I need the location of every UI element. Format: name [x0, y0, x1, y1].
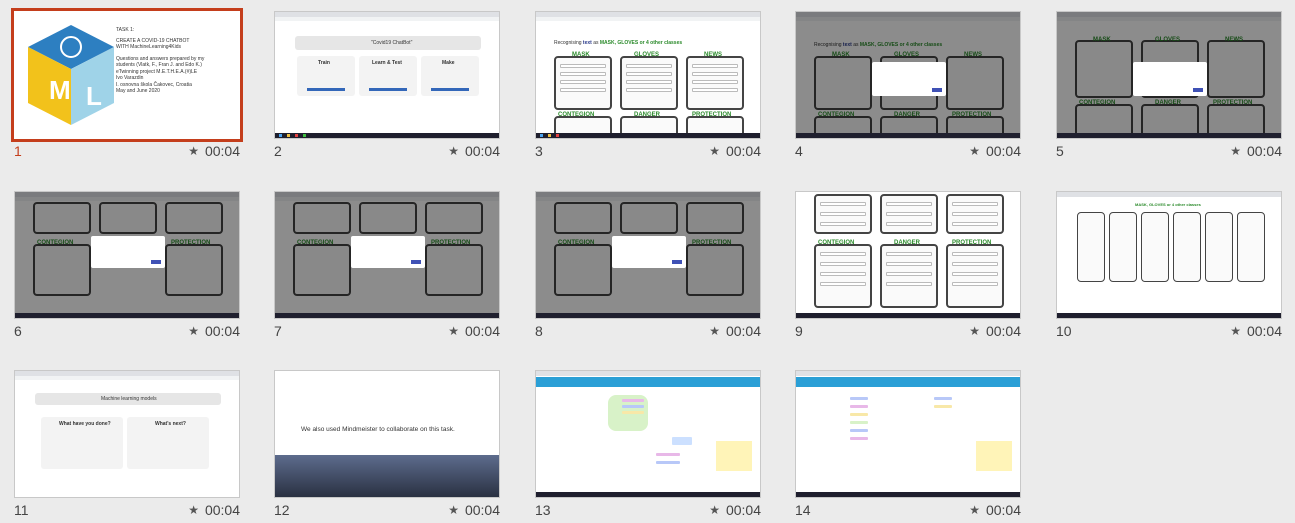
slide-preview[interactable]: Recognising text as MASK, GLOVES or 4 ot…	[795, 11, 1021, 139]
slide-number: 11	[14, 502, 29, 518]
star-icon: ★	[709, 503, 720, 517]
star-icon: ★	[709, 324, 720, 338]
slide-preview[interactable]: CONTEGION PROTECTION	[14, 191, 240, 319]
class-protection: PROTECTION	[692, 112, 732, 118]
slide-1-text: TASK 1: CREATE A COVID-19 CHATBOT WITH M…	[116, 27, 226, 95]
panel-train: Train	[318, 60, 330, 66]
slide-duration: ★ 00:04	[448, 323, 500, 339]
star-icon: ★	[1230, 144, 1241, 158]
slide-duration: ★ 00:04	[709, 143, 761, 159]
slide-thumbnail-9[interactable]: CONTEGION DANGER PROTECTION 9 ★ 00:04	[795, 191, 1021, 349]
slide-number: 13	[535, 502, 551, 518]
bullet: May and June 2020	[116, 88, 160, 94]
slide-thumbnail-11[interactable]: Machine learning models What have you do…	[14, 370, 240, 523]
class-gloves: GLOVES	[634, 52, 660, 58]
slide-thumbnail-8[interactable]: CONTEGION PROTECTION 8 ★ 00:04	[535, 191, 761, 349]
slide-thumbnail-1[interactable]: M L TASK 1: CREATE A COVID-19 CHATBOT WI…	[11, 8, 243, 169]
slide-duration: ★ 00:04	[188, 323, 240, 339]
logo-letter-l: L	[86, 81, 102, 111]
slide-thumbnail-14[interactable]: 14 ★ 00:04	[795, 370, 1021, 523]
slide-number: 10	[1056, 323, 1072, 339]
class-contegion: CONTEGION	[558, 112, 595, 118]
right-title: What's next?	[155, 421, 186, 427]
slide-preview[interactable]: MASK GLOVES NEWS CONTEGION DANGER PROTEC…	[1056, 11, 1282, 139]
slide-duration: ★ 00:04	[969, 502, 1021, 518]
class-danger: DANGER	[634, 112, 661, 118]
slide-duration: ★ 00:04	[709, 323, 761, 339]
slide-number: 2	[274, 143, 282, 159]
slide-thumbnail-7[interactable]: CONTEGION PROTECTION 7 ★ 00:04	[274, 191, 500, 349]
left-title: What have you done?	[59, 421, 111, 427]
star-icon: ★	[448, 324, 459, 338]
banner-text: "Covid19 ChatBot"	[371, 40, 413, 46]
slide-caption: We also used Mindmeister to collaborate …	[301, 426, 455, 433]
slide-duration: ★ 00:04	[448, 502, 500, 518]
logo-letter-m: M	[49, 75, 71, 105]
star-icon: ★	[1230, 324, 1241, 338]
banner-text: Machine learning models	[101, 396, 157, 402]
slide-preview[interactable]: MASK, GLOVES or 4 other classes	[1056, 191, 1282, 319]
slide-duration: ★ 00:04	[1230, 143, 1282, 159]
class-news: NEWS	[704, 52, 722, 58]
slide-preview[interactable]: M L TASK 1: CREATE A COVID-19 CHATBOT WI…	[11, 8, 243, 142]
star-icon: ★	[188, 144, 199, 158]
star-icon: ★	[969, 144, 980, 158]
class-contegion: CONTEGION	[818, 240, 855, 246]
panel-make: Make	[442, 60, 455, 66]
slide-thumbnail-6[interactable]: CONTEGION PROTECTION 6 ★ 00:04	[14, 191, 240, 349]
slide-preview[interactable]	[535, 370, 761, 498]
ml-logo-icon: M L	[28, 25, 114, 125]
star-icon: ★	[709, 144, 720, 158]
slide-preview[interactable]	[795, 370, 1021, 498]
slide-thumbnail-12[interactable]: We also used Mindmeister to collaborate …	[274, 370, 500, 523]
slide-preview[interactable]: We also used Mindmeister to collaborate …	[274, 370, 500, 498]
slide-duration: ★ 00:04	[1230, 323, 1282, 339]
slide-number: 3	[535, 143, 543, 159]
slide-number: 7	[274, 323, 282, 339]
slide-duration: ★ 00:04	[188, 143, 240, 159]
slide-number: 14	[795, 502, 811, 518]
slide-duration: ★ 00:04	[969, 323, 1021, 339]
class-danger: DANGER	[894, 240, 921, 246]
star-icon: ★	[188, 324, 199, 338]
slide-duration: ★ 00:04	[709, 502, 761, 518]
class-protection: PROTECTION	[952, 240, 992, 246]
slide-duration: ★ 00:04	[188, 502, 240, 518]
star-icon: ★	[969, 503, 980, 517]
slide-preview[interactable]: Machine learning models What have you do…	[14, 370, 240, 498]
slide-preview[interactable]: CONTEGION PROTECTION	[274, 191, 500, 319]
slide-thumbnail-2[interactable]: "Covid19 ChatBot" Train Learn & Test Mak…	[274, 11, 500, 169]
slide-preview[interactable]: CONTEGION DANGER PROTECTION	[795, 191, 1021, 319]
slide-thumbnail-3[interactable]: Recognising text as MASK, GLOVES or 4 ot…	[535, 11, 761, 169]
slide-number: 4	[795, 143, 803, 159]
star-icon: ★	[969, 324, 980, 338]
slide-thumbnail-13[interactable]: 13 ★ 00:04	[535, 370, 761, 523]
slide-number: 1	[14, 143, 22, 159]
slide-number: 6	[14, 323, 22, 339]
class-mask: MASK	[572, 52, 590, 58]
slide-preview[interactable]: "Covid19 ChatBot" Train Learn & Test Mak…	[274, 11, 500, 139]
slide-number: 5	[1056, 143, 1064, 159]
slide-number: 8	[535, 323, 543, 339]
slide-thumbnail-10[interactable]: MASK, GLOVES or 4 other classes 10 ★ 00:0…	[1056, 191, 1282, 349]
star-icon: ★	[188, 503, 199, 517]
slide-preview[interactable]: Recognising text as MASK, GLOVES or 4 ot…	[535, 11, 761, 139]
slide-thumbnail-5[interactable]: MASK GLOVES NEWS CONTEGION DANGER PROTEC…	[1056, 11, 1282, 169]
slide-number: 9	[795, 323, 803, 339]
slide-preview[interactable]: CONTEGION PROTECTION	[535, 191, 761, 319]
panel-learn-test: Learn & Test	[372, 60, 402, 66]
slide-duration: ★ 00:04	[448, 143, 500, 159]
star-icon: ★	[448, 503, 459, 517]
slide-number: 12	[274, 502, 290, 518]
slide-thumbnail-4[interactable]: Recognising text as MASK, GLOVES or 4 ot…	[795, 11, 1021, 169]
slide-duration: ★ 00:04	[969, 143, 1021, 159]
star-icon: ★	[448, 144, 459, 158]
